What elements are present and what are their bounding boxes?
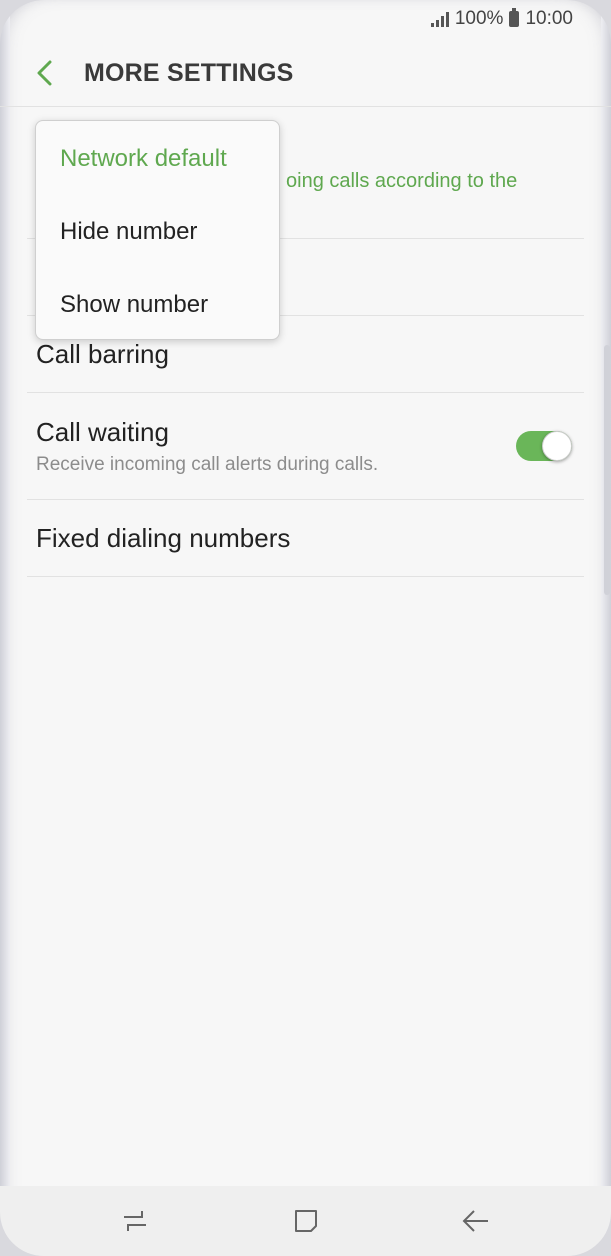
nav-back-button[interactable] (446, 1196, 506, 1246)
option-network-default[interactable]: Network default (36, 122, 279, 195)
caller-id-dropdown: Network default Hide number Show number (35, 120, 280, 340)
option-show-number[interactable]: Show number (36, 268, 279, 341)
toggle-knob (542, 431, 572, 461)
app-header: MORE SETTINGS (0, 40, 611, 107)
back-button[interactable] (22, 50, 68, 96)
page-title: MORE SETTINGS (84, 58, 294, 87)
recent-apps-icon (124, 1211, 146, 1231)
device-screen: 100% 10:00 MORE SETTINGS oing calls acco… (0, 0, 611, 1256)
fixed-dialing-item[interactable]: Fixed dialing numbers (27, 500, 584, 577)
home-icon (295, 1210, 317, 1232)
status-time: 10:00 (525, 8, 573, 29)
signal-icon (430, 11, 449, 27)
device-edge-right (601, 0, 611, 1256)
call-waiting-item[interactable]: Call waiting Receive incoming call alert… (27, 393, 584, 500)
option-hide-number[interactable]: Hide number (36, 195, 279, 268)
recent-apps-button[interactable] (105, 1196, 165, 1246)
call-waiting-label: Call waiting (36, 416, 169, 447)
device-edge-left (0, 0, 10, 1256)
battery-icon (509, 8, 520, 27)
chevron-left-icon (37, 60, 52, 86)
caller-id-subtext: oing calls according to the (286, 170, 518, 192)
call-waiting-subtext: Receive incoming call alerts during call… (36, 453, 379, 475)
call-barring-label: Call barring (36, 338, 169, 369)
home-button[interactable] (276, 1196, 336, 1246)
navigation-bar (0, 1186, 611, 1256)
side-key (604, 345, 610, 595)
fixed-dialing-label: Fixed dialing numbers (36, 522, 291, 553)
status-bar: 100% 10:00 (0, 0, 611, 38)
back-arrow-icon (462, 1210, 488, 1232)
call-waiting-toggle[interactable] (516, 431, 572, 461)
battery-percent: 100% (454, 8, 504, 29)
